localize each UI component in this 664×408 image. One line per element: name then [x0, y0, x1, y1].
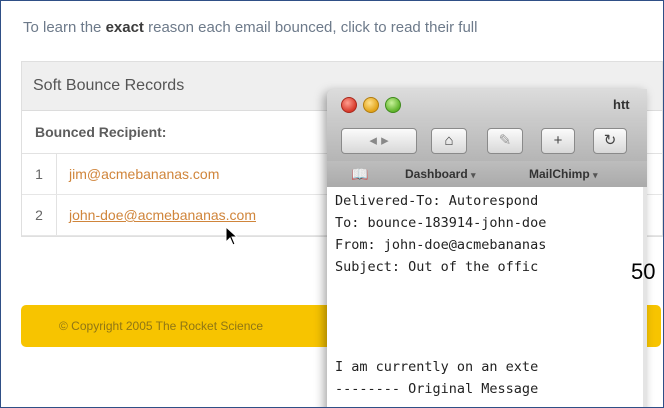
bookmarks-book-icon[interactable]: 📖	[351, 166, 368, 183]
bookmark-label: MailChimp	[529, 167, 590, 181]
message-line: Subject: Out of the offic	[335, 259, 539, 275]
browser-window: htt ◂ ▸ ⌂ ✎ + ↻ 📖 Dashboard ▾ MailChimp …	[327, 89, 647, 407]
intro-bold: exact	[105, 19, 144, 36]
row-number: 1	[22, 154, 57, 194]
message-line: To: bounce-183914-john-doe	[335, 215, 547, 231]
screen-frame: To learn the exact reason each email bou…	[0, 0, 664, 408]
home-icon[interactable]: ⌂	[431, 128, 467, 154]
recipient-email-link[interactable]: jim@acmebananas.com	[69, 154, 219, 194]
bookmarks-bar: 📖 Dashboard ▾ MailChimp ▾	[327, 161, 647, 188]
scrollbar[interactable]	[643, 187, 647, 407]
zoom-window-button[interactable]	[385, 97, 401, 113]
reload-icon[interactable]: ↻	[593, 128, 627, 154]
minimize-window-button[interactable]	[363, 97, 379, 113]
chevron-down-icon: ▾	[471, 170, 476, 180]
message-line: Delivered-To: Autorespond	[335, 193, 539, 209]
bookmark-label: Dashboard	[405, 167, 468, 181]
back-forward-button[interactable]: ◂ ▸	[341, 128, 417, 154]
copyright-text: © Copyright 2005 The Rocket Science	[59, 319, 264, 333]
overlay-number: 50	[631, 259, 656, 284]
close-window-button[interactable]	[341, 97, 357, 113]
row-number: 2	[22, 195, 57, 235]
message-line: I am currently on an exte	[335, 359, 539, 375]
browser-toolbar: ◂ ▸ ⌂ ✎ + ↻	[327, 121, 647, 161]
email-message-content: Delivered-To: Autorespond To: bounce-183…	[327, 187, 647, 407]
intro-after: reason each email bounced, click to read…	[143, 19, 478, 36]
browser-titlebar: htt	[327, 89, 647, 121]
bookmark-dashboard[interactable]: Dashboard ▾	[405, 167, 476, 181]
bookmark-mailchimp[interactable]: MailChimp ▾	[529, 167, 598, 181]
intro-text: To learn the exact reason each email bou…	[23, 19, 643, 36]
edit-icon[interactable]: ✎	[487, 128, 523, 154]
browser-window-title: htt	[613, 97, 630, 112]
intro-before: To learn the	[23, 19, 106, 36]
message-line: -------- Original Message	[335, 381, 539, 397]
message-line: From: john-doe@acmebananas	[335, 237, 547, 253]
add-bookmark-icon[interactable]: +	[541, 128, 575, 154]
chevron-down-icon: ▾	[593, 170, 598, 180]
mouse-cursor-icon	[225, 226, 239, 246]
